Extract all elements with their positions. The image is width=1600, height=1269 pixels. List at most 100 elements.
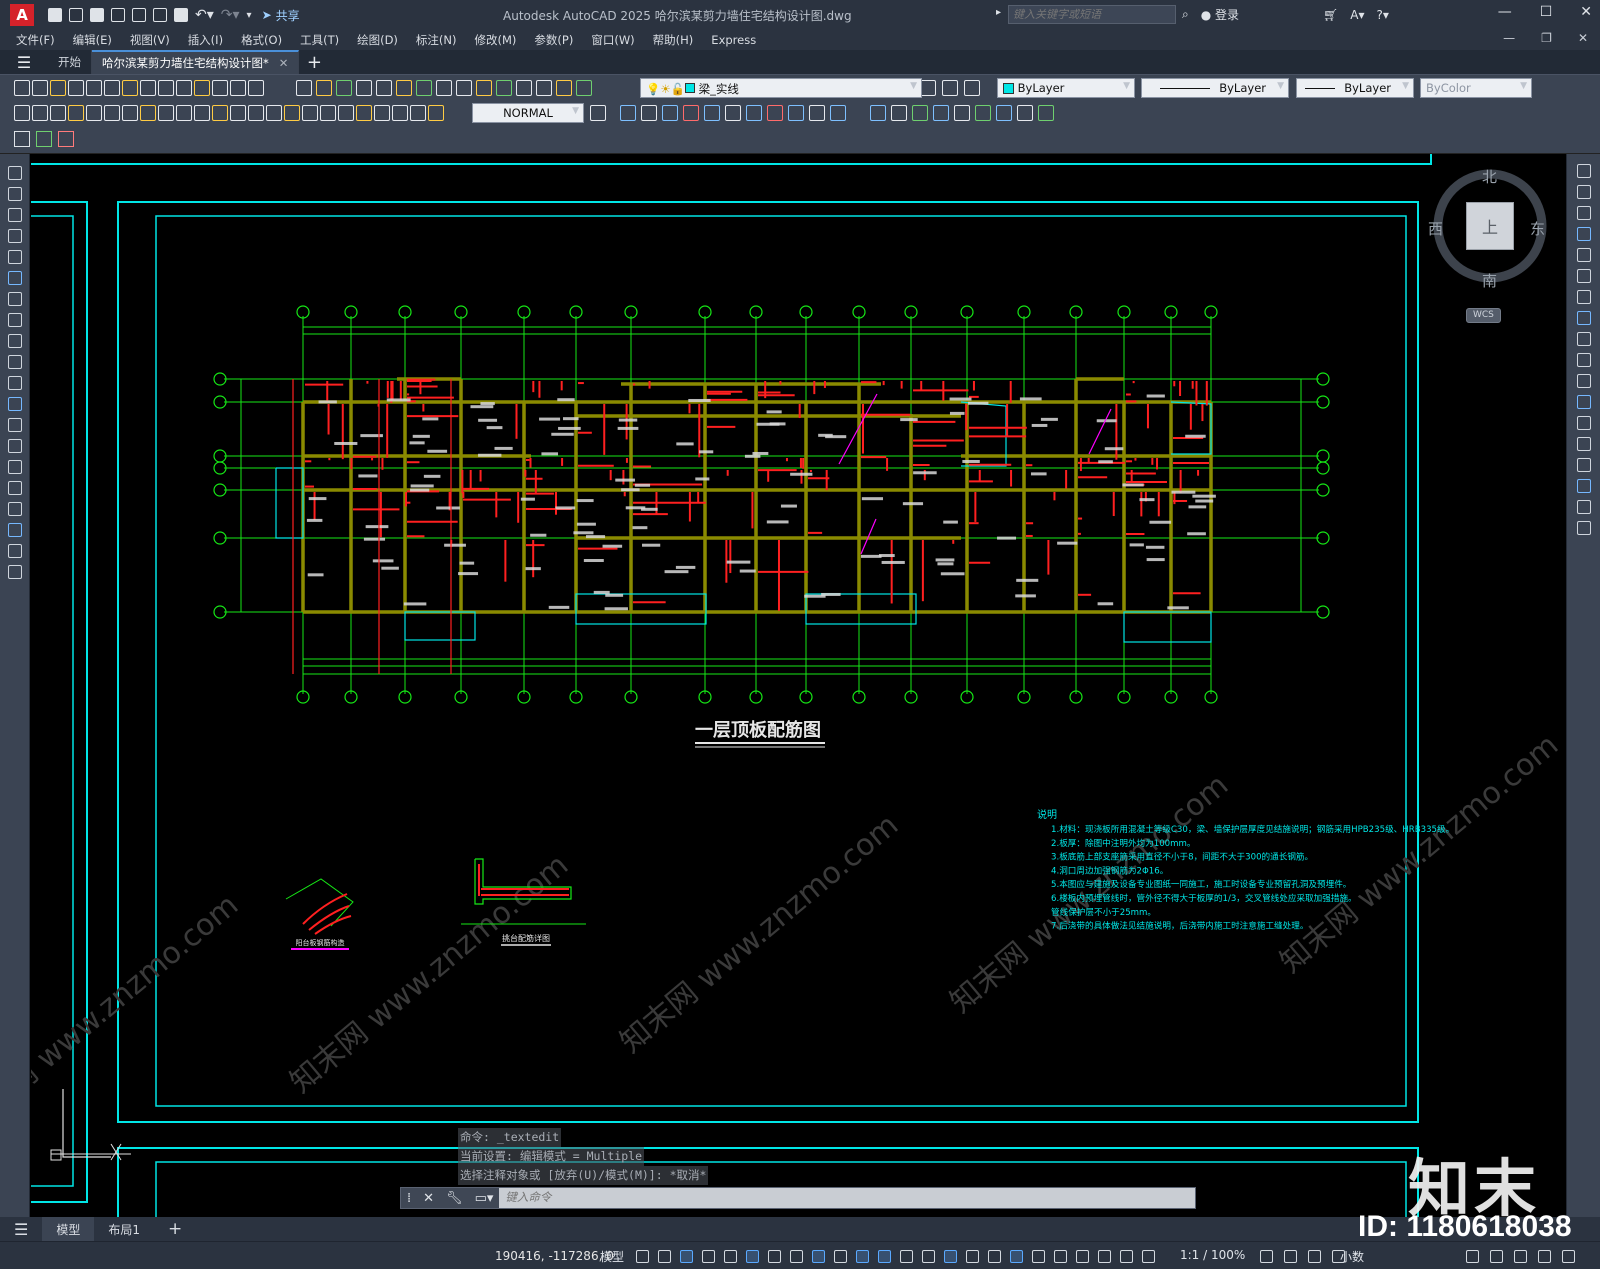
app-menu-button[interactable]: A bbox=[10, 4, 34, 26]
standard-tool-icon[interactable] bbox=[104, 80, 120, 96]
status-toggle-icon[interactable] bbox=[658, 1250, 671, 1263]
save-icon[interactable] bbox=[90, 8, 104, 22]
dimension-tool-icon[interactable] bbox=[194, 105, 210, 121]
close-icon[interactable]: ✕ bbox=[1580, 4, 1592, 20]
print-icon[interactable] bbox=[174, 8, 188, 22]
modify-tool-icon[interactable] bbox=[1577, 353, 1591, 367]
draw-tool-icon[interactable] bbox=[8, 166, 22, 180]
standard-tool-icon[interactable] bbox=[230, 80, 246, 96]
dimension-tool-icon[interactable] bbox=[212, 105, 228, 121]
view-tool-icon[interactable] bbox=[436, 80, 452, 96]
cart-icon[interactable]: 🛒︎ bbox=[1323, 8, 1338, 22]
color-dropdown[interactable]: ByLayer ▼ bbox=[997, 78, 1135, 98]
mesh-tool-icon[interactable] bbox=[1017, 105, 1033, 121]
menu-edit[interactable]: 编辑(E) bbox=[64, 32, 121, 48]
solid-tool-icon[interactable] bbox=[809, 105, 825, 121]
status-tool-icon[interactable] bbox=[1466, 1250, 1479, 1263]
dimension-tool-icon[interactable] bbox=[356, 105, 372, 121]
draw-tool-icon[interactable] bbox=[8, 292, 22, 306]
modify-tool-icon[interactable] bbox=[1577, 395, 1591, 409]
solid-tool-icon[interactable] bbox=[830, 105, 846, 121]
status-toggle-icon[interactable] bbox=[856, 1250, 869, 1263]
layer-tool-icon[interactable] bbox=[964, 80, 980, 96]
view-tool-icon[interactable] bbox=[396, 80, 412, 96]
standard-tool-icon[interactable] bbox=[86, 80, 102, 96]
menu-view[interactable]: 视图(V) bbox=[121, 32, 179, 48]
open-icon[interactable] bbox=[69, 8, 83, 22]
status-toggle-icon[interactable] bbox=[1076, 1250, 1089, 1263]
status-toggle-icon[interactable] bbox=[834, 1250, 847, 1263]
draw-tool-icon[interactable] bbox=[8, 523, 22, 537]
modify-tool-icon[interactable] bbox=[1577, 500, 1591, 514]
menu-file[interactable]: 文件(F) bbox=[0, 32, 64, 48]
search-input[interactable] bbox=[1008, 5, 1176, 24]
tab-layout1[interactable]: 布局1 bbox=[94, 1217, 154, 1241]
status-toggle-icon[interactable] bbox=[1098, 1250, 1111, 1263]
draw-tool-icon[interactable] bbox=[8, 355, 22, 369]
status-toggle-icon[interactable] bbox=[944, 1250, 957, 1263]
coordinate-readout[interactable]: 190416, -117286, 0 bbox=[495, 1249, 614, 1263]
view-tool-icon[interactable] bbox=[316, 80, 332, 96]
new-tab-icon[interactable]: + bbox=[299, 50, 329, 74]
dimension-tool-icon[interactable] bbox=[320, 105, 336, 121]
dimension-tool-icon[interactable] bbox=[284, 105, 300, 121]
standard-tool-icon[interactable] bbox=[194, 80, 210, 96]
dimension-tool-icon[interactable] bbox=[248, 105, 264, 121]
search-icon[interactable]: ⌕ bbox=[1182, 7, 1189, 22]
file-tabs-menu-icon[interactable]: ☰ bbox=[0, 50, 48, 74]
modify-tool-icon[interactable] bbox=[1577, 206, 1591, 220]
draw-tool-icon[interactable] bbox=[8, 187, 22, 201]
save-layer-state-icon[interactable] bbox=[14, 131, 30, 147]
menu-window[interactable]: 窗口(W) bbox=[582, 32, 643, 48]
menu-insert[interactable]: 插入(I) bbox=[179, 32, 232, 48]
status-tool-icon[interactable] bbox=[1308, 1250, 1321, 1263]
standard-tool-icon[interactable] bbox=[248, 80, 264, 96]
view-tool-icon[interactable] bbox=[556, 80, 572, 96]
view-tool-icon[interactable] bbox=[576, 80, 592, 96]
share-button[interactable]: ➤ 共享 bbox=[262, 7, 300, 24]
status-toggle-icon[interactable] bbox=[878, 1250, 891, 1263]
standard-tool-icon[interactable] bbox=[176, 80, 192, 96]
command-input[interactable] bbox=[499, 1188, 1195, 1208]
layer-tool-icon[interactable] bbox=[942, 80, 958, 96]
dim-update-tool-icon[interactable] bbox=[590, 105, 606, 121]
annotation-scale[interactable]: 1:1 / 100% bbox=[1180, 1248, 1245, 1262]
mesh-tool-icon[interactable] bbox=[975, 105, 991, 121]
draw-tool-icon[interactable] bbox=[8, 376, 22, 390]
status-toggle-icon[interactable] bbox=[680, 1250, 693, 1263]
units-display[interactable]: 小数 bbox=[1340, 1248, 1364, 1265]
standard-tool-icon[interactable] bbox=[212, 80, 228, 96]
compass-east[interactable]: 东 bbox=[1530, 218, 1545, 239]
open-web-icon[interactable] bbox=[132, 8, 146, 22]
view-tool-icon[interactable] bbox=[476, 80, 492, 96]
help-icon[interactable]: ?▾ bbox=[1377, 8, 1389, 22]
dimension-tool-icon[interactable] bbox=[302, 105, 318, 121]
compass-west[interactable]: 西 bbox=[1428, 218, 1443, 239]
draw-tool-icon[interactable] bbox=[8, 439, 22, 453]
modify-tool-icon[interactable] bbox=[1577, 437, 1591, 451]
draw-tool-icon[interactable] bbox=[8, 460, 22, 474]
viewcube-top-face[interactable]: 上 bbox=[1466, 202, 1514, 250]
status-toggle-icon[interactable] bbox=[1120, 1250, 1133, 1263]
tab-document[interactable]: 哈尔滨某剪力墙住宅结构设计图* ✕ bbox=[92, 50, 300, 74]
layer-states-icon[interactable] bbox=[36, 131, 52, 147]
dimension-tool-icon[interactable] bbox=[32, 105, 48, 121]
doc-close-icon[interactable]: ✕ bbox=[1578, 31, 1588, 45]
doc-minimize-icon[interactable]: — bbox=[1503, 31, 1515, 45]
save-web-icon[interactable] bbox=[153, 8, 167, 22]
view-tool-icon[interactable] bbox=[416, 80, 432, 96]
tab-model[interactable]: 模型 bbox=[42, 1217, 95, 1241]
draw-tool-icon[interactable] bbox=[8, 397, 22, 411]
save-as-icon[interactable] bbox=[111, 8, 125, 22]
new-icon[interactable] bbox=[48, 8, 62, 22]
mesh-tool-icon[interactable] bbox=[996, 105, 1012, 121]
model-space-toggle[interactable]: 模型 bbox=[600, 1248, 624, 1265]
status-toggle-icon[interactable] bbox=[1142, 1250, 1155, 1263]
solid-tool-icon[interactable] bbox=[683, 105, 699, 121]
modify-tool-icon[interactable] bbox=[1577, 311, 1591, 325]
status-toggle-icon[interactable] bbox=[724, 1250, 737, 1263]
modify-tool-icon[interactable] bbox=[1577, 521, 1591, 535]
modify-tool-icon[interactable] bbox=[1577, 479, 1591, 493]
linetype-dropdown[interactable]: ByLayer ▼ bbox=[1141, 78, 1289, 98]
view-tool-icon[interactable] bbox=[356, 80, 372, 96]
